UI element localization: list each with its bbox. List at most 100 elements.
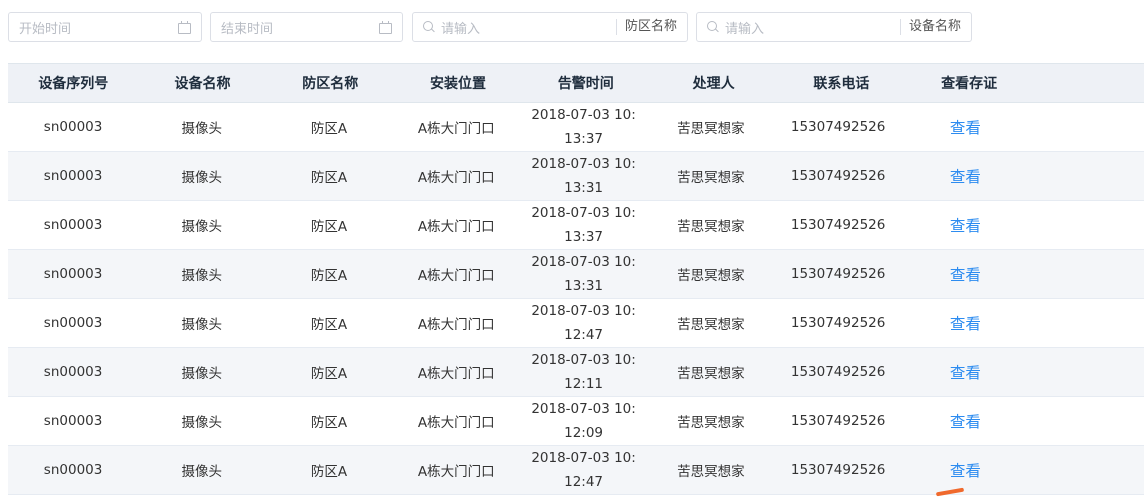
cell-serial: sn00003 — [43, 364, 103, 380]
start-time-placeholder: 开始时间 — [19, 21, 72, 37]
cell-actions — [1029, 152, 1144, 200]
header-location: 安装位置 — [430, 76, 487, 92]
cell-serial: sn00003 — [43, 168, 103, 184]
start-time-picker[interactable]: 开始时间 — [8, 12, 202, 42]
table-row: sn00003 摄像头 防区A A栋大门门口 2018-07-03 10: 13:31 苦思… — [8, 152, 1144, 201]
cell-serial: sn00003 — [43, 217, 103, 233]
cell-actions — [1029, 250, 1144, 298]
cell-view-evidence: 查看 — [902, 348, 1029, 396]
cell-location: A栋大门门口 — [417, 366, 495, 382]
cell-device-name: 摄像头 — [181, 464, 223, 480]
cell-device-name: 摄像头 — [181, 219, 223, 235]
zone-search-input[interactable]: 请输入 防区名称 — [412, 12, 688, 42]
alarm-clock: 13:37 — [564, 131, 604, 147]
cell-location: A栋大门门口 — [417, 464, 495, 480]
cell-alarm-time: 2018-07-03 10: 13:37 — [520, 201, 647, 249]
end-time-placeholder: 结束时间 — [221, 21, 274, 37]
cell-view-evidence: 查看 — [902, 152, 1029, 200]
cell-location: A栋大门门口 — [417, 121, 495, 137]
view-evidence-link[interactable]: 查看 — [950, 165, 981, 187]
cell-handler: 苦思冥想家 — [677, 317, 745, 333]
cell-phone: 15307492526 — [790, 119, 886, 135]
cell-serial: sn00003 — [43, 462, 103, 478]
alarm-clock: 13:37 — [564, 229, 604, 245]
cell-alarm-time: 2018-07-03 10: 12:11 — [520, 348, 647, 396]
cell-actions — [1029, 397, 1144, 445]
table-body: sn00003 摄像头 防区A A栋大门门口 2018-07-03 10: 13:37 苦思… — [8, 103, 1144, 495]
cell-location: A栋大门门口 — [417, 219, 495, 235]
view-evidence-link[interactable]: 查看 — [950, 459, 981, 481]
view-evidence-link[interactable]: 查看 — [950, 361, 981, 383]
cell-actions — [1029, 348, 1144, 396]
table-row: sn00003 摄像头 防区A A栋大门门口 2018-07-03 10: 13:37 苦思… — [8, 103, 1144, 152]
cell-handler: 苦思冥想家 — [677, 219, 745, 235]
view-evidence-link[interactable]: 查看 — [950, 214, 981, 236]
cell-actions — [1029, 446, 1144, 494]
alarm-date: 2018-07-03 10: — [531, 107, 636, 123]
cell-view-evidence: 查看 — [902, 446, 1029, 494]
alarm-date: 2018-07-03 10: — [531, 254, 636, 270]
cell-location: A栋大门门口 — [417, 317, 495, 333]
view-evidence-link[interactable]: 查看 — [950, 410, 981, 432]
alarm-date: 2018-07-03 10: — [531, 303, 636, 319]
cell-location: A栋大门门口 — [417, 268, 495, 284]
table-row: sn00003 摄像头 防区A A栋大门门口 2018-07-03 10: 12:47 苦思… — [8, 299, 1144, 348]
cell-phone: 15307492526 — [790, 462, 886, 478]
cell-zone-name: 防区A — [310, 317, 348, 333]
calendar-icon — [178, 20, 191, 34]
header-zone-name: 防区名称 — [302, 76, 359, 92]
alarm-clock: 12:47 — [564, 327, 604, 343]
view-evidence-link[interactable]: 查看 — [950, 116, 981, 138]
alarm-date: 2018-07-03 10: — [531, 156, 636, 172]
alarm-clock: 12:11 — [564, 376, 604, 392]
cell-device-name: 摄像头 — [181, 268, 223, 284]
cell-phone: 15307492526 — [790, 266, 886, 282]
cell-zone-name: 防区A — [310, 268, 348, 284]
cell-handler: 苦思冥想家 — [677, 268, 745, 284]
cell-zone-name: 防区A — [310, 170, 348, 186]
cell-alarm-time: 2018-07-03 10: 13:31 — [520, 250, 647, 298]
cell-zone-name: 防区A — [310, 415, 348, 431]
search-icon — [423, 21, 435, 33]
search-icon — [707, 21, 719, 33]
cell-alarm-time: 2018-07-03 10: 13:37 — [520, 103, 647, 151]
end-time-picker[interactable]: 结束时间 — [210, 12, 403, 42]
cell-view-evidence: 查看 — [902, 250, 1029, 298]
cell-serial: sn00003 — [43, 315, 103, 331]
header-alarm-time: 告警时间 — [557, 76, 614, 92]
cell-handler: 苦思冥想家 — [677, 415, 745, 431]
cell-serial: sn00003 — [43, 119, 103, 135]
cell-alarm-time: 2018-07-03 10: 13:31 — [520, 152, 647, 200]
cell-location: A栋大门门口 — [417, 170, 495, 186]
cell-serial: sn00003 — [43, 413, 103, 429]
calendar-icon — [379, 20, 392, 34]
cell-alarm-time: 2018-07-03 10: 12:47 — [520, 299, 647, 347]
table-row: sn00003 摄像头 防区A A栋大门门口 2018-07-03 10: 13:31 苦思… — [8, 250, 1144, 299]
header-serial: 设备序列号 — [38, 76, 109, 92]
device-search-suffix[interactable]: 设备名称 — [899, 19, 971, 35]
alarm-clock: 13:31 — [564, 278, 604, 294]
cell-actions — [1029, 201, 1144, 249]
device-search-input[interactable]: 请输入 设备名称 — [696, 12, 972, 42]
zone-search-suffix[interactable]: 防区名称 — [615, 19, 687, 35]
cell-handler: 苦思冥想家 — [677, 121, 745, 137]
cell-actions — [1029, 103, 1144, 151]
view-evidence-link[interactable]: 查看 — [950, 263, 981, 285]
cell-device-name: 摄像头 — [181, 366, 223, 382]
cell-view-evidence: 查看 — [902, 201, 1029, 249]
cell-location: A栋大门门口 — [417, 415, 495, 431]
header-device-name: 设备名称 — [174, 76, 231, 92]
view-evidence-link[interactable]: 查看 — [950, 312, 981, 334]
table-row: sn00003 摄像头 防区A A栋大门门口 2018-07-03 10: 12:47 苦思… — [8, 446, 1144, 495]
table-row: sn00003 摄像头 防区A A栋大门门口 2018-07-03 10: 12:09 苦思… — [8, 397, 1144, 446]
cell-device-name: 摄像头 — [181, 415, 223, 431]
header-phone: 联系电话 — [813, 76, 870, 92]
cell-alarm-time: 2018-07-03 10: 12:47 — [520, 446, 647, 494]
cell-zone-name: 防区A — [310, 366, 348, 382]
cell-phone: 15307492526 — [790, 364, 886, 380]
header-view-evidence: 查看存证 — [941, 76, 998, 92]
cell-zone-name: 防区A — [310, 464, 348, 480]
header-actions: 操作 — [1033, 64, 1144, 102]
cell-view-evidence: 查看 — [902, 299, 1029, 347]
cell-handler: 苦思冥想家 — [677, 170, 745, 186]
